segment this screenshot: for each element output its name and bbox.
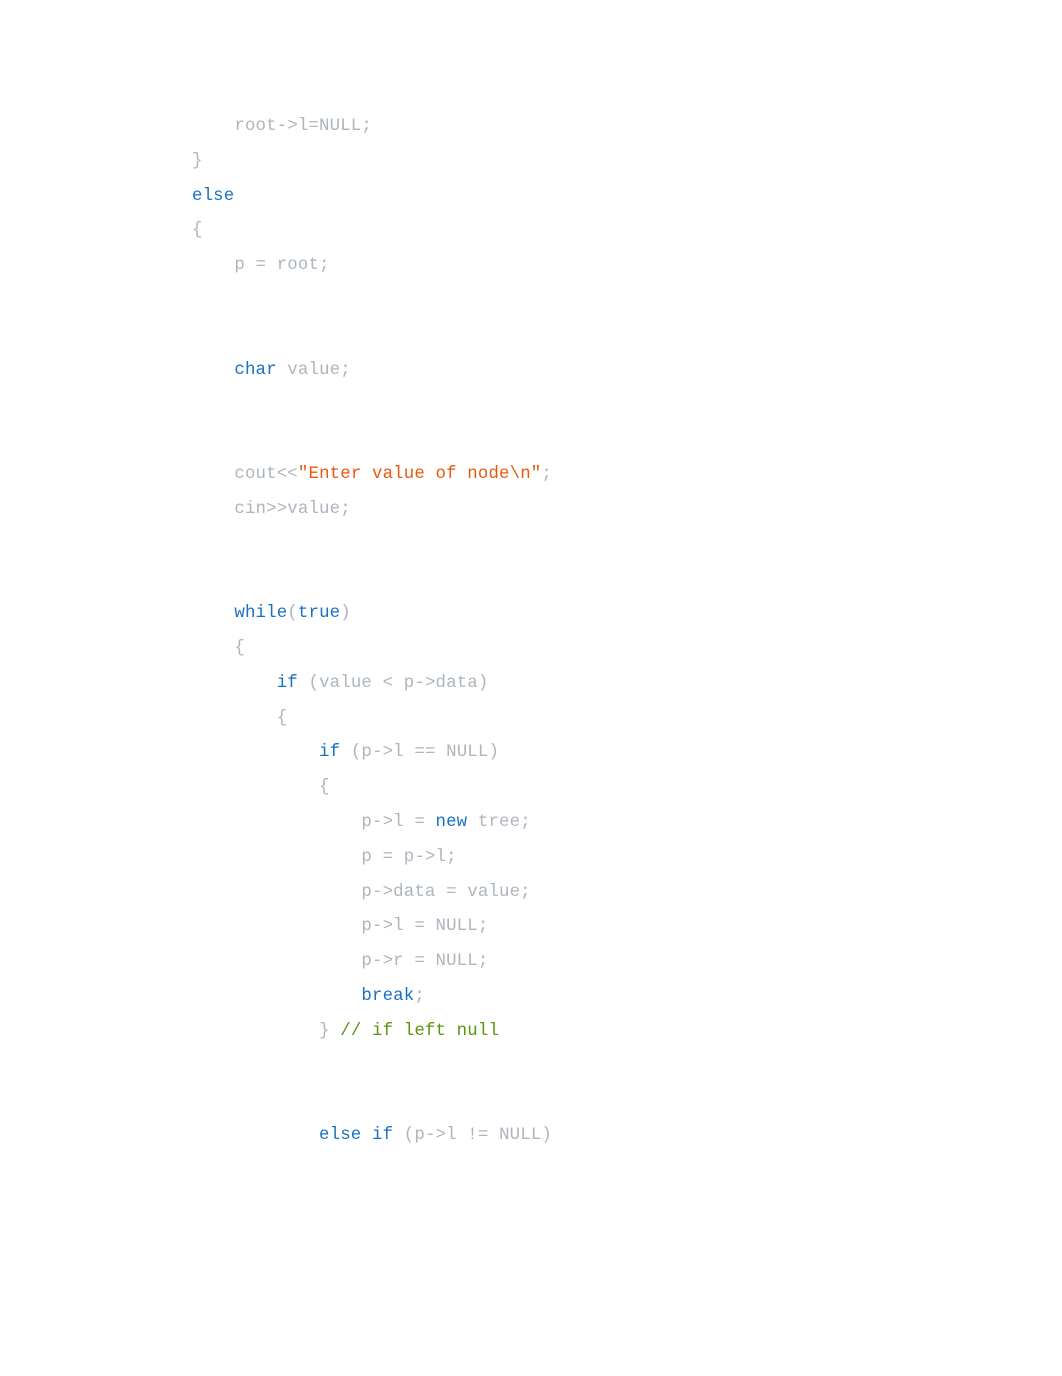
code-token: "Enter value of node\n" [298, 465, 541, 484]
code-token: { [234, 639, 245, 658]
code-token: { [277, 709, 288, 728]
indent [192, 709, 277, 728]
indent [192, 117, 234, 136]
code-token: if [277, 674, 298, 693]
code-token: { [192, 221, 203, 240]
code-token [393, 1126, 404, 1145]
code-line: else [192, 180, 1062, 215]
code-line: { [192, 214, 1062, 249]
code-line: { [192, 632, 1062, 667]
code-line: } [192, 145, 1062, 180]
code-token: else [319, 1126, 361, 1145]
code-line: if (value < p->data) [192, 667, 1062, 702]
code-line [192, 1084, 1062, 1119]
code-line: p = root; [192, 249, 1062, 284]
code-line [192, 319, 1062, 354]
code-token: tree; [467, 813, 531, 832]
code-token: p->l = [361, 813, 435, 832]
indent [192, 500, 234, 519]
code-token: p->data = value; [361, 883, 530, 902]
code-token: ) [340, 604, 351, 623]
code-token: else [192, 187, 234, 206]
indent [192, 1126, 319, 1145]
code-token: if [319, 743, 340, 762]
code-token: char [234, 361, 276, 380]
code-token: ) [478, 674, 489, 693]
code-token: value; [277, 361, 351, 380]
code-line: break; [192, 980, 1062, 1015]
code-token [330, 1022, 341, 1041]
indent [192, 952, 361, 971]
indent [192, 743, 319, 762]
indent [192, 778, 319, 797]
indent [192, 604, 234, 623]
code-line [192, 528, 1062, 563]
code-token: value < p->data [319, 674, 478, 693]
code-line: else if (p->l != NULL) [192, 1119, 1062, 1154]
code-token: ( [351, 743, 362, 762]
code-line: cin>>value; [192, 493, 1062, 528]
code-token: ( [308, 674, 319, 693]
code-token: ( [287, 604, 298, 623]
indent [192, 1022, 319, 1041]
code-token [361, 1126, 372, 1145]
code-token: ) [541, 1126, 552, 1145]
code-token [298, 674, 309, 693]
indent [192, 987, 361, 1006]
code-token: { [319, 778, 330, 797]
code-line: { [192, 702, 1062, 737]
code-token: p->r = NULL; [361, 952, 488, 971]
code-token: } [192, 152, 203, 171]
code-token: ; [414, 987, 425, 1006]
code-token: root->l=NULL; [234, 117, 372, 136]
code-token: cin>>value; [234, 500, 350, 519]
code-token: cout<< [234, 465, 298, 484]
code-token: } [319, 1022, 330, 1041]
code-line: p->r = NULL; [192, 945, 1062, 980]
indent [192, 848, 361, 867]
code-line: while(true) [192, 597, 1062, 632]
code-token: ( [404, 1126, 415, 1145]
code-line [192, 388, 1062, 423]
indent [192, 361, 234, 380]
indent [192, 813, 361, 832]
code-token: while [234, 604, 287, 623]
code-token: ) [488, 743, 499, 762]
indent [192, 639, 234, 658]
code-token: true [298, 604, 340, 623]
code-line [192, 1050, 1062, 1085]
code-block: root->l=NULL;} else { p = root; char value… [192, 110, 1062, 1154]
code-line: if (p->l == NULL) [192, 736, 1062, 771]
code-token: p = root; [234, 256, 329, 275]
code-line: char value; [192, 354, 1062, 389]
code-token: break [361, 987, 414, 1006]
code-token: new [436, 813, 468, 832]
code-line: cout<<"Enter value of node\n"; [192, 458, 1062, 493]
code-token: p = p->l; [361, 848, 456, 867]
code-token: p->l = NULL; [361, 917, 488, 936]
code-line: p->l = NULL; [192, 910, 1062, 945]
code-token: if [372, 1126, 393, 1145]
code-token: p->l == NULL [361, 743, 488, 762]
code-line: } // if left null [192, 1015, 1062, 1050]
code-token [340, 743, 351, 762]
code-token: p->l != NULL [414, 1126, 541, 1145]
code-line [192, 423, 1062, 458]
indent [192, 917, 361, 936]
code-line: p->data = value; [192, 876, 1062, 911]
indent [192, 465, 234, 484]
code-line: { [192, 771, 1062, 806]
code-line: p = p->l; [192, 841, 1062, 876]
code-line: p->l = new tree; [192, 806, 1062, 841]
indent [192, 674, 277, 693]
code-token: ; [541, 465, 552, 484]
indent [192, 256, 234, 275]
code-line: root->l=NULL; [192, 110, 1062, 145]
code-token: // if left null [340, 1022, 499, 1041]
indent [192, 883, 361, 902]
code-line [192, 284, 1062, 319]
code-line [192, 562, 1062, 597]
